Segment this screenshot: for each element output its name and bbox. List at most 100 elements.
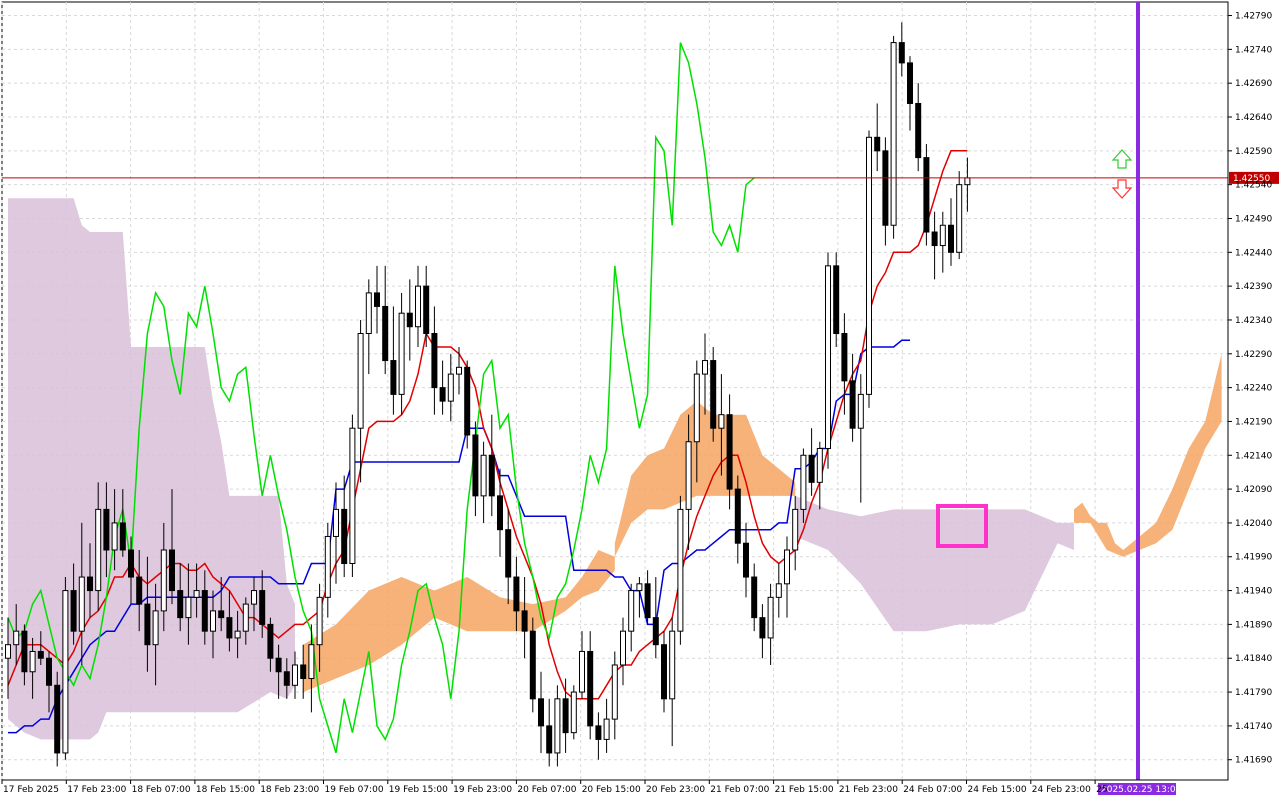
candle-body <box>37 650 44 659</box>
y-axis: 1.42790 1.42740 1.42690 1.42640 1.42590 1.425… <box>1227 2 1272 780</box>
y-tick-label: 1.42490 <box>1235 214 1272 224</box>
candle-body <box>726 414 733 490</box>
candle-body <box>505 529 512 578</box>
candle-body <box>300 664 307 680</box>
y-tick-label: 1.42540 <box>1235 181 1272 191</box>
y-tick-label: 1.42140 <box>1235 451 1272 461</box>
y-tick-label: 1.42740 <box>1235 45 1272 55</box>
candle-body <box>866 136 872 395</box>
candle-body <box>775 583 782 598</box>
candle-body <box>513 576 520 612</box>
candle-body <box>177 590 184 619</box>
candle-body <box>628 590 635 632</box>
candle-body <box>210 610 216 632</box>
candle-body <box>406 312 413 328</box>
candle-body <box>398 312 405 395</box>
candle-body <box>841 332 848 382</box>
candle-body <box>931 231 938 247</box>
candle-body <box>333 508 339 537</box>
y-tick-label: 1.42440 <box>1235 248 1272 258</box>
y-tick-label: 1.42290 <box>1235 350 1272 360</box>
candle-body <box>324 535 331 598</box>
candle-body <box>562 698 569 734</box>
candle-body <box>767 596 774 639</box>
candle-body <box>874 136 881 152</box>
x-tick-label: 18 Feb 23:00 <box>260 785 319 795</box>
candle-body <box>70 590 77 632</box>
candle-body <box>472 434 479 497</box>
x-tick-label: 18 Feb 15:00 <box>196 785 255 795</box>
candle-body <box>964 177 971 186</box>
candle-body <box>570 691 577 734</box>
candle-body <box>784 549 790 585</box>
candle-body <box>423 285 430 334</box>
y-tick-label: 1.42690 <box>1235 79 1272 89</box>
candle-body <box>5 644 11 659</box>
y-tick-label: 1.41890 <box>1235 620 1272 630</box>
candle-body <box>808 454 815 483</box>
candle-body <box>939 224 946 247</box>
candle-body <box>218 610 225 619</box>
candle-body <box>119 522 126 551</box>
candle-body <box>439 387 446 402</box>
y-tick-label: 1.42790 <box>1235 12 1272 22</box>
chart-svg: 1.425502025.02.25 13:00 1.427901.427401.… <box>1 1 1279 795</box>
candle-body <box>308 644 315 680</box>
candle-body <box>357 332 364 429</box>
candle-body <box>915 102 922 159</box>
candle-body <box>538 698 544 727</box>
candle-body <box>816 448 823 483</box>
x-tick-label: 17 Feb 2025 <box>3 785 59 795</box>
candle-body <box>21 630 28 673</box>
candle-body <box>87 576 93 592</box>
candle-body <box>685 441 692 510</box>
candle-body <box>644 583 651 619</box>
candle-body <box>46 657 52 686</box>
y-tick-label: 1.41840 <box>1235 654 1272 664</box>
candle-body <box>661 644 667 700</box>
candle-body <box>759 617 766 639</box>
candle-body <box>251 590 257 605</box>
candle-body <box>292 664 298 686</box>
candle-body <box>882 150 889 226</box>
candle-body <box>652 617 659 646</box>
candle-body <box>898 42 905 64</box>
candle-body <box>456 366 462 375</box>
candle-body <box>849 380 856 429</box>
candle-body <box>579 650 585 693</box>
y-tick-label: 1.42390 <box>1235 282 1272 292</box>
candle-body <box>259 590 266 625</box>
candle-body <box>382 305 389 362</box>
x-tick-label: 25 <box>1096 785 1107 795</box>
candle-body <box>447 373 454 402</box>
y-tick-label: 1.42090 <box>1235 485 1272 495</box>
candle-body <box>193 590 200 598</box>
candle-body <box>636 583 643 592</box>
candle-body <box>160 549 167 612</box>
candle-body <box>201 590 208 632</box>
x-tick-label: 18 Feb 07:00 <box>132 785 191 795</box>
candle-body <box>620 630 626 666</box>
candle-body <box>128 549 134 578</box>
candle-body <box>136 576 143 605</box>
candle-body <box>226 617 233 639</box>
candle-body <box>13 630 20 646</box>
candle-body <box>316 596 323 646</box>
candle-body <box>374 292 380 307</box>
candle-body <box>185 596 192 619</box>
x-tick-label: 21 Feb 07:00 <box>710 785 769 795</box>
candle-body <box>857 393 864 429</box>
y-tick-label: 1.42040 <box>1235 519 1272 529</box>
candle-body <box>956 184 963 253</box>
candle-body <box>169 549 175 592</box>
candle-body <box>152 610 159 646</box>
candle-body <box>349 427 356 565</box>
y-tick-label: 1.42190 <box>1235 417 1272 427</box>
x-tick-label: 20 Feb 23:00 <box>646 785 705 795</box>
x-tick-label: 24 Feb 07:00 <box>903 785 962 795</box>
x-tick-label: 19 Feb 07:00 <box>325 785 384 795</box>
candle-body <box>267 623 274 659</box>
y-tick-label: 1.41690 <box>1235 756 1272 766</box>
time-marker-label: 2025.02.25 13:00 <box>1101 785 1182 795</box>
x-tick-label: 24 Feb 23:00 <box>1032 785 1091 795</box>
